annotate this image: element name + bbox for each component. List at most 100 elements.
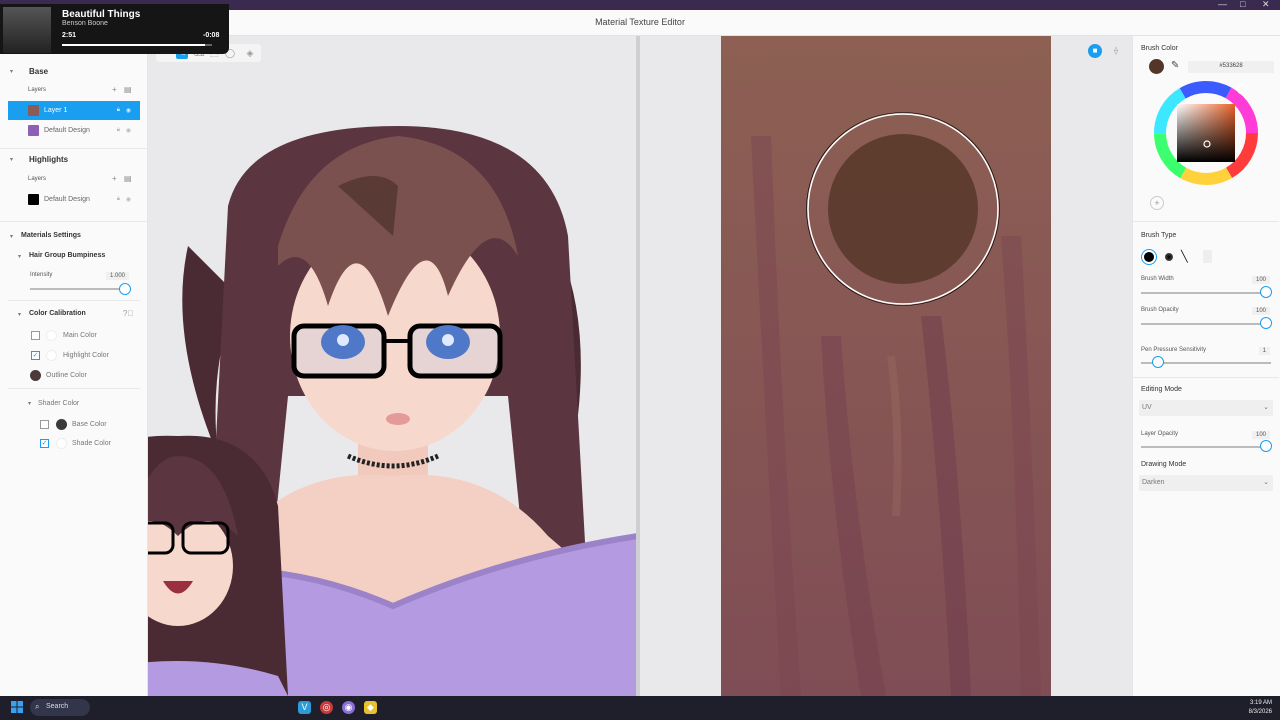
fill-tool-icon[interactable]: ◈ xyxy=(244,47,256,59)
chevron-down-icon: ⌄ xyxy=(1263,404,1269,411)
materials-settings-title: Materials Settings xyxy=(21,232,81,239)
brush-opacity-track[interactable] xyxy=(1141,323,1266,325)
taskbar-clock[interactable]: 3:19 AM 8/3/2026 xyxy=(1249,699,1272,717)
brush-stroke xyxy=(828,134,978,284)
layer-swatch xyxy=(28,105,39,116)
brush-type-hard[interactable] xyxy=(1141,249,1157,265)
eyedropper-icon[interactable]: ✎ xyxy=(1171,60,1179,71)
brush-opacity-knob[interactable] xyxy=(1260,317,1272,329)
add-layer-icon[interactable]: + xyxy=(112,174,117,183)
outline-color-swatch[interactable] xyxy=(30,370,41,381)
playback-progress-fill xyxy=(62,44,205,46)
intensity-slider-track[interactable] xyxy=(30,288,124,290)
brush-color-title: Brush Color xyxy=(1141,45,1178,52)
divider xyxy=(1133,221,1279,222)
intensity-slider-knob[interactable] xyxy=(119,283,131,295)
layer-folder-icon[interactable]: ▤ xyxy=(124,174,132,183)
brush-width-knob[interactable] xyxy=(1260,286,1272,298)
clock-date: 8/3/2026 xyxy=(1248,709,1272,715)
eye-icon[interactable]: ◉ xyxy=(126,127,131,134)
minimize-icon[interactable]: — xyxy=(1218,0,1227,9)
drawing-mode-select[interactable]: Darken ⌄ xyxy=(1139,475,1273,491)
left-panel: ▾ Base Layers + ▤ Layer 1 🔒︎ ◉ Default D… xyxy=(0,36,148,696)
eye-icon[interactable]: ◉ xyxy=(126,196,131,203)
highlight-color-swatch[interactable] xyxy=(46,350,57,361)
shade-color-label: Shade Color xyxy=(72,440,111,447)
chrome-app-icon[interactable]: ◎ xyxy=(320,701,333,714)
soft-brush-icon[interactable] xyxy=(1165,253,1173,261)
brush-color-swatch[interactable] xyxy=(1149,59,1164,74)
collapse-color-calibration-icon[interactable]: ▾ xyxy=(18,311,21,318)
add-layer-icon[interactable]: + xyxy=(112,85,117,94)
collapse-highlights-icon[interactable]: ▾ xyxy=(10,156,13,163)
brush-width-track[interactable] xyxy=(1141,292,1266,294)
brush-width-value[interactable]: 100 xyxy=(1251,276,1270,284)
brush-opacity-value[interactable]: 100 xyxy=(1251,307,1270,315)
eye-icon[interactable]: ◉ xyxy=(126,107,131,114)
base-color-swatch[interactable] xyxy=(56,419,67,430)
layer-swatch xyxy=(28,194,39,205)
highlight-color-checkbox[interactable]: ✓ xyxy=(31,351,40,360)
mouth xyxy=(386,413,410,425)
drawing-mode-title: Drawing Mode xyxy=(1141,461,1187,468)
lock-icon[interactable]: 🔒︎ xyxy=(117,107,120,114)
playback-progress[interactable] xyxy=(62,44,212,46)
collapse-base-icon[interactable]: ▾ xyxy=(10,68,13,75)
lock-icon[interactable]: 🔒︎ xyxy=(117,127,120,134)
pen-pressure-value[interactable]: 1 xyxy=(1258,347,1270,355)
layer-row-highlights-1[interactable]: Default Design 🔒︎ ◉ xyxy=(8,190,140,209)
obs-app-icon[interactable]: ◉ xyxy=(342,701,355,714)
vroid-app-icon[interactable]: V xyxy=(298,701,311,714)
lock-icon[interactable]: 🔒︎ xyxy=(117,196,120,203)
layer-opacity-knob[interactable] xyxy=(1260,440,1272,452)
layer-name: Default Design xyxy=(44,196,90,203)
elapsed-time: 2:51 xyxy=(62,32,77,39)
remaining-time: -0:08 xyxy=(203,32,220,39)
song-artist: Benson Boone xyxy=(62,20,108,27)
hair-bumpiness-title: Hair Group Bumpiness xyxy=(29,252,106,259)
song-title: Beautiful Things xyxy=(62,9,141,20)
maximize-icon[interactable]: □ xyxy=(1240,0,1245,9)
shade-color-checkbox[interactable]: ✓ xyxy=(40,439,49,448)
base-color-label: Base Color xyxy=(72,421,107,428)
layer-opacity-track[interactable] xyxy=(1141,446,1266,448)
windows-start-icon[interactable] xyxy=(11,701,23,713)
collapse-bumpiness-icon[interactable]: ▾ xyxy=(18,253,21,260)
shade-color-swatch[interactable] xyxy=(56,438,67,449)
editing-mode-value: UV xyxy=(1142,404,1152,411)
add-swatch-icon[interactable]: + xyxy=(1150,196,1164,210)
base-section-title: Base xyxy=(29,67,49,76)
base-layers-label: Layers xyxy=(28,87,47,93)
texture-view-toggle-icon[interactable]: ■ xyxy=(1088,44,1102,58)
color-wheel[interactable] xyxy=(1153,80,1259,186)
texture-compare-icon[interactable]: ⟠ xyxy=(1109,44,1123,58)
taskbar-search-label: Search xyxy=(46,703,69,710)
main-color-checkbox[interactable] xyxy=(31,331,40,340)
collapse-shader-icon[interactable]: ▾ xyxy=(28,400,31,407)
layer-row-base-2[interactable]: Default Design 🔒︎ ◉ xyxy=(8,121,140,140)
highlights-layers-label: Layers xyxy=(28,176,47,182)
model-viewport[interactable]: ✎ ⌫ ⬚ ◯ ◈ xyxy=(148,36,638,696)
pen-pressure-knob[interactable] xyxy=(1152,356,1164,368)
media-player-overlay[interactable]: Beautiful Things Benson Boone 2:51 -0:08 xyxy=(0,4,229,54)
layer-row-base-1[interactable]: Layer 1 🔒︎ ◉ xyxy=(8,101,140,120)
texture-canvas[interactable] xyxy=(721,36,1051,696)
line-brush-icon[interactable]: ╲ xyxy=(1181,250,1188,263)
taskbar-search[interactable]: ⌕ Search xyxy=(30,699,90,716)
editing-mode-select[interactable]: UV ⌄ xyxy=(1139,400,1273,416)
album-art xyxy=(3,7,51,53)
collapse-materials-icon[interactable]: ▾ xyxy=(10,233,13,240)
main-color-swatch[interactable] xyxy=(46,330,57,341)
texture-canvas-area[interactable]: ■ ⟠ xyxy=(640,36,1132,696)
active-app-icon[interactable]: ◆ xyxy=(364,701,377,714)
intensity-value[interactable]: 1.000 xyxy=(106,272,130,280)
layer-opacity-value[interactable]: 100 xyxy=(1251,431,1270,439)
layer-folder-icon[interactable]: ▤ xyxy=(124,85,132,94)
hue-picker-marker[interactable] xyxy=(1236,83,1248,95)
close-icon[interactable]: ✕ xyxy=(1262,0,1270,10)
help-icon[interactable]: ?⃝ xyxy=(123,309,133,318)
texture-brush-icon[interactable] xyxy=(1203,250,1212,263)
divider xyxy=(0,221,148,222)
hex-input[interactable]: #533628 xyxy=(1188,61,1274,73)
base-color-checkbox[interactable] xyxy=(40,420,49,429)
